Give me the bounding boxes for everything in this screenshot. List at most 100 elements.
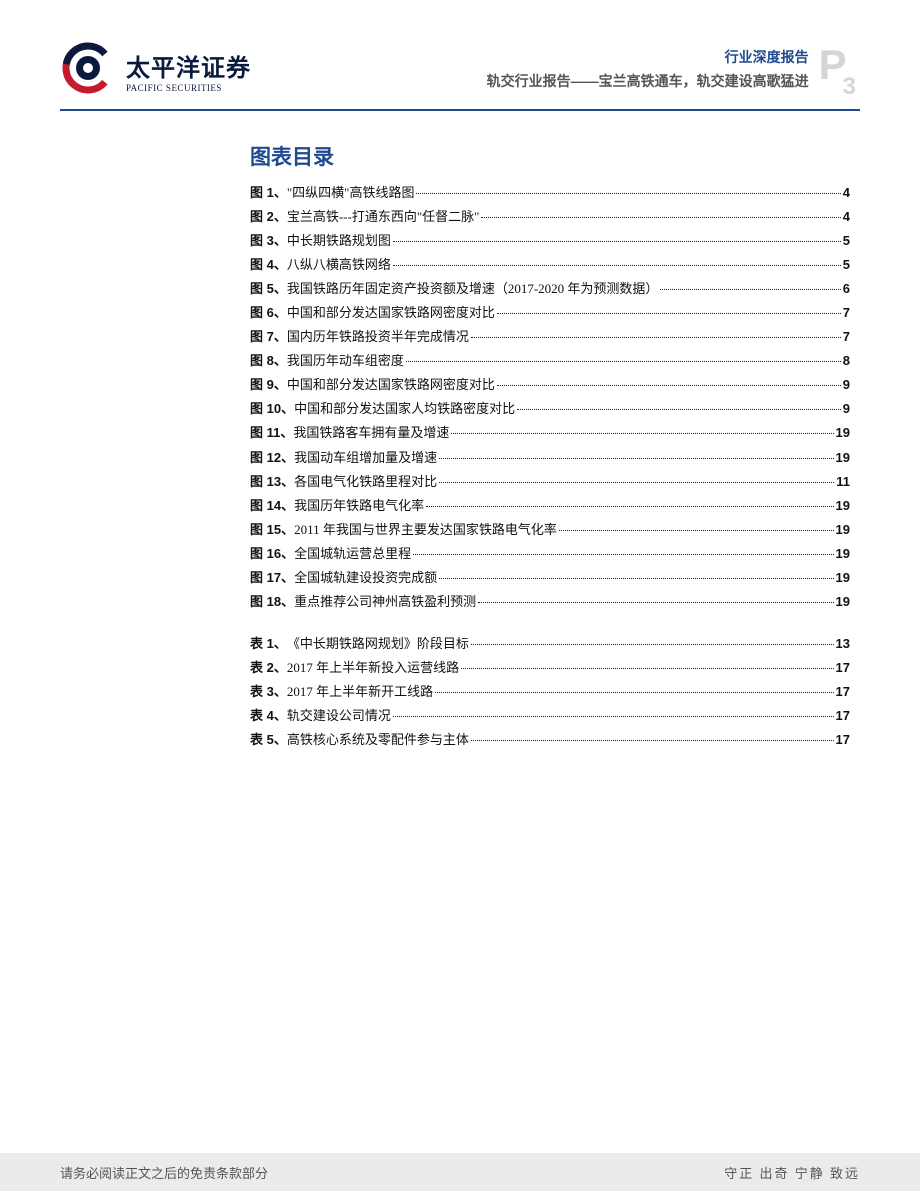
- toc-row: 图 11、 我国铁路客车拥有量及增速 19: [250, 421, 850, 445]
- toc-leader-dots: [439, 458, 833, 459]
- header-divider: [60, 109, 860, 111]
- toc-leader-dots: [393, 265, 841, 266]
- toc-text: 高铁核心系统及零配件参与主体: [287, 728, 469, 752]
- toc-row: 表 5、 高铁核心系统及零配件参与主体 17: [250, 728, 850, 752]
- toc-text: 中国和部分发达国家人均铁路密度对比: [294, 397, 515, 421]
- toc-label: 图 8、: [250, 349, 287, 373]
- toc-text: 我国铁路历年固定资产投资额及增速（2017-2020 年为预测数据）: [287, 277, 659, 301]
- toc-leader-dots: [481, 217, 840, 218]
- toc-page: 6: [843, 277, 850, 301]
- page-number: 3: [843, 73, 856, 100]
- toc-page: 17: [836, 656, 850, 680]
- toc-label: 图 16、: [250, 542, 294, 566]
- toc-leader-dots: [435, 692, 833, 693]
- toc-row: 图 15、 2011 年我国与世界主要发达国家铁路电气化率 19: [250, 518, 850, 542]
- toc-page: 19: [836, 518, 850, 542]
- toc-text: 国内历年铁路投资半年完成情况: [287, 325, 469, 349]
- toc-page: 13: [836, 632, 850, 656]
- toc-row: 图 3、 中长期铁路规划图 5: [250, 229, 850, 253]
- toc-leader-dots: [439, 578, 833, 579]
- toc-text: 我国历年动车组密度: [287, 349, 404, 373]
- toc-page: 17: [836, 704, 850, 728]
- figures-list: 图 1、 "四纵四横"高铁线路图 4 图 2、 宝兰高铁---打通东西向"任督二…: [250, 181, 850, 614]
- header-right: 行业深度报告 轨交行业报告——宝兰高铁通车，轨交建设高歌猛进 P3: [487, 40, 860, 94]
- toc-leader-dots: [471, 337, 841, 338]
- toc-leader-dots: [517, 409, 841, 410]
- toc-label: 表 1、: [250, 632, 287, 656]
- toc-label: 表 4、: [250, 704, 287, 728]
- toc-leader-dots: [393, 716, 834, 717]
- toc-label: 表 3、: [250, 680, 287, 704]
- toc-page: 19: [836, 446, 850, 470]
- toc-page: 19: [836, 421, 850, 445]
- toc-page: 11: [836, 470, 850, 494]
- toc-leader-dots: [413, 554, 833, 555]
- toc-row: 图 10、 中国和部分发达国家人均铁路密度对比 9: [250, 397, 850, 421]
- content: 图表目录 图 1、 "四纵四横"高铁线路图 4 图 2、 宝兰高铁---打通东西…: [250, 141, 850, 752]
- toc-title: 图表目录: [250, 141, 850, 171]
- toc-gap: [250, 614, 850, 632]
- toc-label: 表 2、: [250, 656, 287, 680]
- toc-label: 图 5、: [250, 277, 287, 301]
- toc-page: 5: [843, 253, 850, 277]
- toc-row: 图 8、 我国历年动车组密度 8: [250, 349, 850, 373]
- toc-label: 图 15、: [250, 518, 294, 542]
- toc-label: 图 14、: [250, 494, 294, 518]
- toc-page: 4: [843, 181, 850, 205]
- toc-text: 重点推荐公司神州高铁盈利预测: [294, 590, 476, 614]
- toc-text: 《中长期铁路网规划》阶段目标: [287, 632, 469, 656]
- page-number-badge: P3: [819, 44, 860, 93]
- toc-row: 图 18、 重点推荐公司神州高铁盈利预测 19: [250, 590, 850, 614]
- toc-text: 宝兰高铁---打通东西向"任督二脉": [287, 205, 480, 229]
- toc-leader-dots: [471, 644, 834, 645]
- toc-label: 图 17、: [250, 566, 294, 590]
- toc-label: 表 5、: [250, 728, 287, 752]
- report-subtitle: 轨交行业报告——宝兰高铁通车，轨交建设高歌猛进: [487, 70, 809, 94]
- toc-text: 2011 年我国与世界主要发达国家铁路电气化率: [294, 518, 557, 542]
- toc-label: 图 4、: [250, 253, 287, 277]
- toc-leader-dots: [451, 433, 833, 434]
- toc-row: 图 16、 全国城轨运营总里程 19: [250, 542, 850, 566]
- toc-row: 图 6、 中国和部分发达国家铁路网密度对比 7: [250, 301, 850, 325]
- header-titles: 行业深度报告 轨交行业报告——宝兰高铁通车，轨交建设高歌猛进: [487, 46, 809, 94]
- toc-label: 图 7、: [250, 325, 287, 349]
- toc-text: 中国和部分发达国家铁路网密度对比: [287, 373, 495, 397]
- toc-text: 中国和部分发达国家铁路网密度对比: [287, 301, 495, 325]
- toc-text: 全国城轨建设投资完成额: [294, 566, 437, 590]
- toc-leader-dots: [426, 506, 833, 507]
- toc-row: 图 1、 "四纵四横"高铁线路图 4: [250, 181, 850, 205]
- toc-label: 图 10、: [250, 397, 294, 421]
- tables-list: 表 1、 《中长期铁路网规划》阶段目标 13 表 2、 2017 年上半年新投入…: [250, 632, 850, 752]
- toc-row: 图 5、 我国铁路历年固定资产投资额及增速（2017-2020 年为预测数据） …: [250, 277, 850, 301]
- toc-text: 轨交建设公司情况: [287, 704, 391, 728]
- toc-row: 图 17、 全国城轨建设投资完成额 19: [250, 566, 850, 590]
- toc-leader-dots: [461, 668, 833, 669]
- report-category: 行业深度报告: [487, 46, 809, 70]
- toc-label: 图 11、: [250, 421, 293, 445]
- logo-cn: 太平洋证券: [126, 48, 251, 83]
- toc-page: 19: [836, 566, 850, 590]
- toc-text: 各国电气化铁路里程对比: [294, 470, 437, 494]
- toc-row: 图 13、 各国电气化铁路里程对比 11: [250, 470, 850, 494]
- toc-leader-dots: [660, 289, 840, 290]
- toc-page: 4: [843, 205, 850, 229]
- toc-leader-dots: [478, 602, 833, 603]
- toc-page: 17: [836, 680, 850, 704]
- toc-text: 我国历年铁路电气化率: [294, 494, 424, 518]
- toc-page: 9: [843, 373, 850, 397]
- toc-leader-dots: [416, 193, 840, 194]
- toc-label: 图 13、: [250, 470, 294, 494]
- toc-row: 表 4、 轨交建设公司情况 17: [250, 704, 850, 728]
- toc-leader-dots: [439, 482, 834, 483]
- toc-row: 图 9、 中国和部分发达国家铁路网密度对比 9: [250, 373, 850, 397]
- toc-label: 图 2、: [250, 205, 287, 229]
- toc-text: 我国动车组增加量及增速: [294, 446, 437, 470]
- toc-text: 全国城轨运营总里程: [294, 542, 411, 566]
- toc-page: 19: [836, 494, 850, 518]
- toc-label: 图 18、: [250, 590, 294, 614]
- toc-text: 2017 年上半年新投入运营线路: [287, 656, 459, 680]
- footer-disclaimer: 请务必阅读正文之后的免责条款部分: [60, 1163, 268, 1182]
- footer-motto: 守正 出奇 宁静 致远: [724, 1163, 860, 1182]
- toc-leader-dots: [406, 361, 841, 362]
- header: 太平洋证券 PACIFIC SECURITIES 行业深度报告 轨交行业报告——…: [60, 40, 860, 101]
